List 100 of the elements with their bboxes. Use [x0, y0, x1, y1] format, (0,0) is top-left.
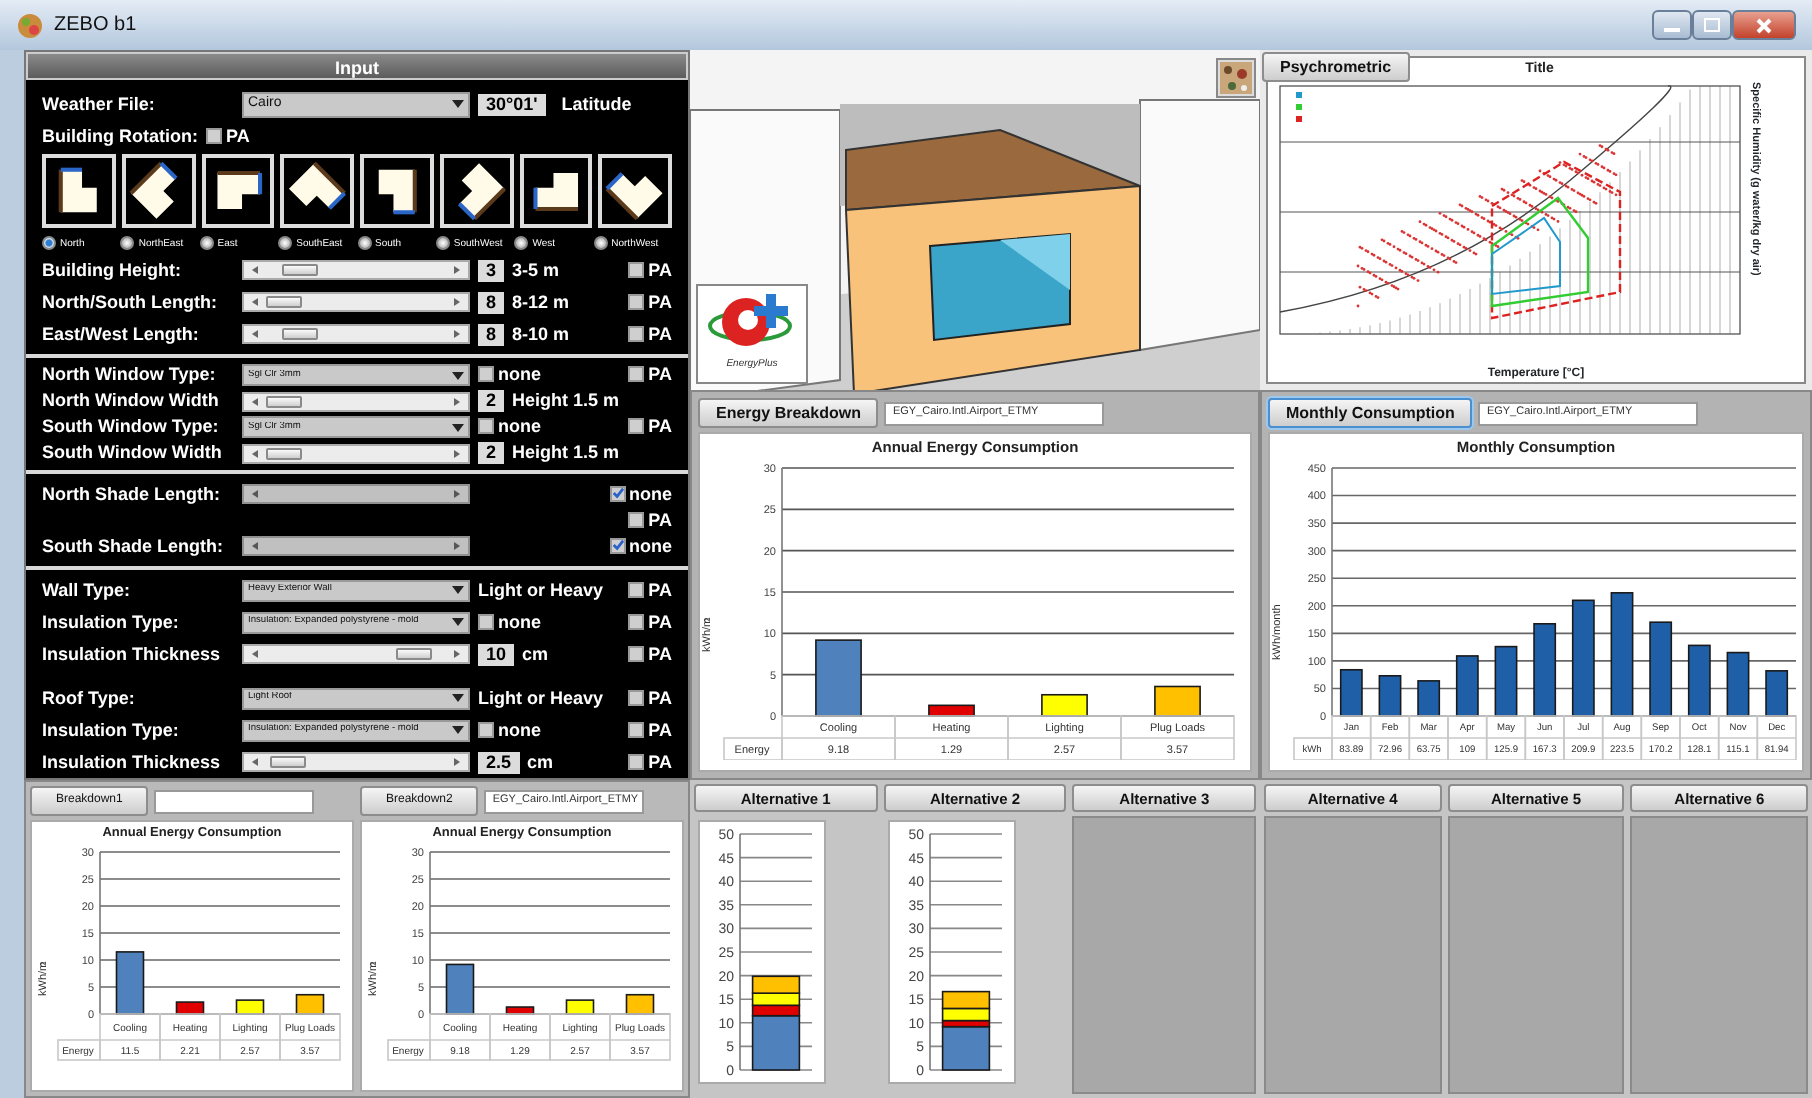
slider[interactable] — [242, 292, 470, 312]
unit-label: Height 1.5 m — [512, 442, 620, 464]
field-label: Insulation Type: — [42, 719, 181, 741]
bar — [927, 704, 974, 717]
checkbox[interactable] — [478, 418, 494, 435]
checkbox-label: PA — [648, 416, 672, 438]
caret-icon — [452, 618, 464, 626]
checkbox[interactable] — [478, 613, 494, 630]
bar — [1726, 651, 1750, 717]
radio-button[interactable] — [42, 236, 56, 250]
checkbox-label: PA — [648, 611, 672, 633]
bar — [444, 963, 474, 1015]
value-box: 30°01' — [478, 93, 546, 115]
bar — [504, 1005, 534, 1015]
bar — [751, 975, 801, 994]
checkbox[interactable] — [628, 721, 645, 738]
bar — [1455, 655, 1479, 717]
checkbox[interactable] — [628, 293, 645, 310]
close-icon — [1756, 17, 1772, 33]
slider-thumb[interactable] — [265, 447, 302, 459]
radio-button[interactable] — [357, 236, 371, 250]
minimize-button[interactable] — [1652, 10, 1692, 40]
bar — [564, 998, 594, 1015]
maximize-button[interactable] — [1692, 10, 1732, 40]
bar — [1533, 623, 1557, 717]
building-plan-icon[interactable] — [42, 154, 116, 228]
slider[interactable] — [242, 324, 470, 344]
checkbox[interactable] — [628, 512, 645, 528]
field-label: Insulation Thickness — [42, 643, 223, 665]
slider[interactable] — [242, 391, 470, 411]
field-label: Roof Type: — [42, 687, 137, 709]
slider-thumb[interactable] — [265, 395, 302, 407]
checkbox[interactable] — [628, 261, 645, 278]
unit-label: cm — [522, 643, 549, 665]
checkbox[interactable] — [628, 689, 645, 706]
checkbox-label: none — [629, 535, 672, 557]
building-plan-icon[interactable] — [360, 154, 434, 228]
building-plan-icon[interactable] — [439, 154, 513, 228]
tab-button[interactable]: Energy Breakdown — [698, 398, 879, 428]
building-plan-icon[interactable] — [598, 154, 672, 228]
field-label: North Window Type: — [42, 364, 218, 386]
checkbox-label: none — [498, 364, 541, 386]
bar — [1610, 592, 1634, 717]
bar — [174, 1000, 204, 1015]
value-box: 8 — [478, 323, 505, 345]
slider-thumb[interactable] — [269, 756, 306, 768]
unit-label: Light or Heavy — [478, 687, 604, 709]
checkbox-label: PA — [648, 687, 672, 709]
caret-icon — [452, 586, 464, 594]
building-plan-icon[interactable] — [519, 154, 593, 228]
field-label: South Shade Length: — [42, 535, 225, 557]
building-plan-icon[interactable] — [121, 154, 195, 228]
unit-label: Light or Heavy — [478, 579, 604, 601]
slider-thumb[interactable] — [395, 648, 431, 660]
checkbox[interactable] — [628, 645, 645, 662]
radio-button[interactable] — [120, 236, 135, 250]
slider[interactable] — [242, 752, 470, 772]
tab-button[interactable]: Psychrometric — [1262, 52, 1410, 82]
value-box: 3 — [478, 259, 505, 281]
radio-button[interactable] — [199, 236, 214, 250]
checkbox[interactable] — [628, 753, 645, 770]
slider-thumb[interactable] — [281, 264, 317, 276]
tab-button[interactable]: Monthly Consumption — [1268, 398, 1473, 428]
slider-thumb[interactable] — [281, 328, 317, 340]
checkbox[interactable] — [628, 366, 645, 383]
field-label: Building Rotation: — [42, 126, 198, 148]
checkbox[interactable] — [628, 613, 645, 630]
building-plan-icon[interactable] — [280, 154, 354, 228]
checkbox[interactable] — [628, 581, 645, 598]
slider[interactable] — [242, 260, 470, 280]
bar — [1687, 644, 1711, 717]
checkbox[interactable] — [205, 128, 222, 145]
field-label: Insulation Type: — [42, 611, 181, 633]
checkbox-label: PA — [648, 364, 672, 386]
panel-header: Input — [26, 52, 688, 80]
slider-thumb[interactable] — [265, 296, 302, 308]
unit-label: 8-10 m — [512, 323, 570, 345]
checkbox-label: none — [498, 416, 541, 438]
texture-button[interactable] — [1216, 58, 1256, 98]
bar — [294, 993, 324, 1015]
field-label: Building Height: — [42, 259, 183, 281]
checkbox[interactable] — [628, 325, 645, 342]
radio-button[interactable] — [593, 236, 608, 250]
checkbox-label: none — [629, 483, 672, 505]
radio-button[interactable] — [278, 236, 293, 250]
slider[interactable] — [242, 644, 470, 664]
caret-icon — [452, 423, 464, 431]
radio-button[interactable] — [435, 236, 450, 250]
checkbox[interactable] — [478, 366, 494, 383]
building-plan-icon[interactable] — [201, 154, 275, 228]
close-button[interactable] — [1732, 10, 1796, 40]
field-label: Wall Type: — [42, 579, 133, 601]
radio-button[interactable] — [514, 236, 529, 250]
checkbox[interactable] — [478, 721, 494, 738]
checkbox[interactable] — [628, 418, 645, 435]
bar — [1765, 670, 1789, 717]
caret-icon — [452, 694, 464, 702]
file-field[interactable] — [154, 789, 315, 813]
window-title: ZEBO b1 — [54, 13, 137, 37]
slider[interactable] — [242, 443, 470, 463]
